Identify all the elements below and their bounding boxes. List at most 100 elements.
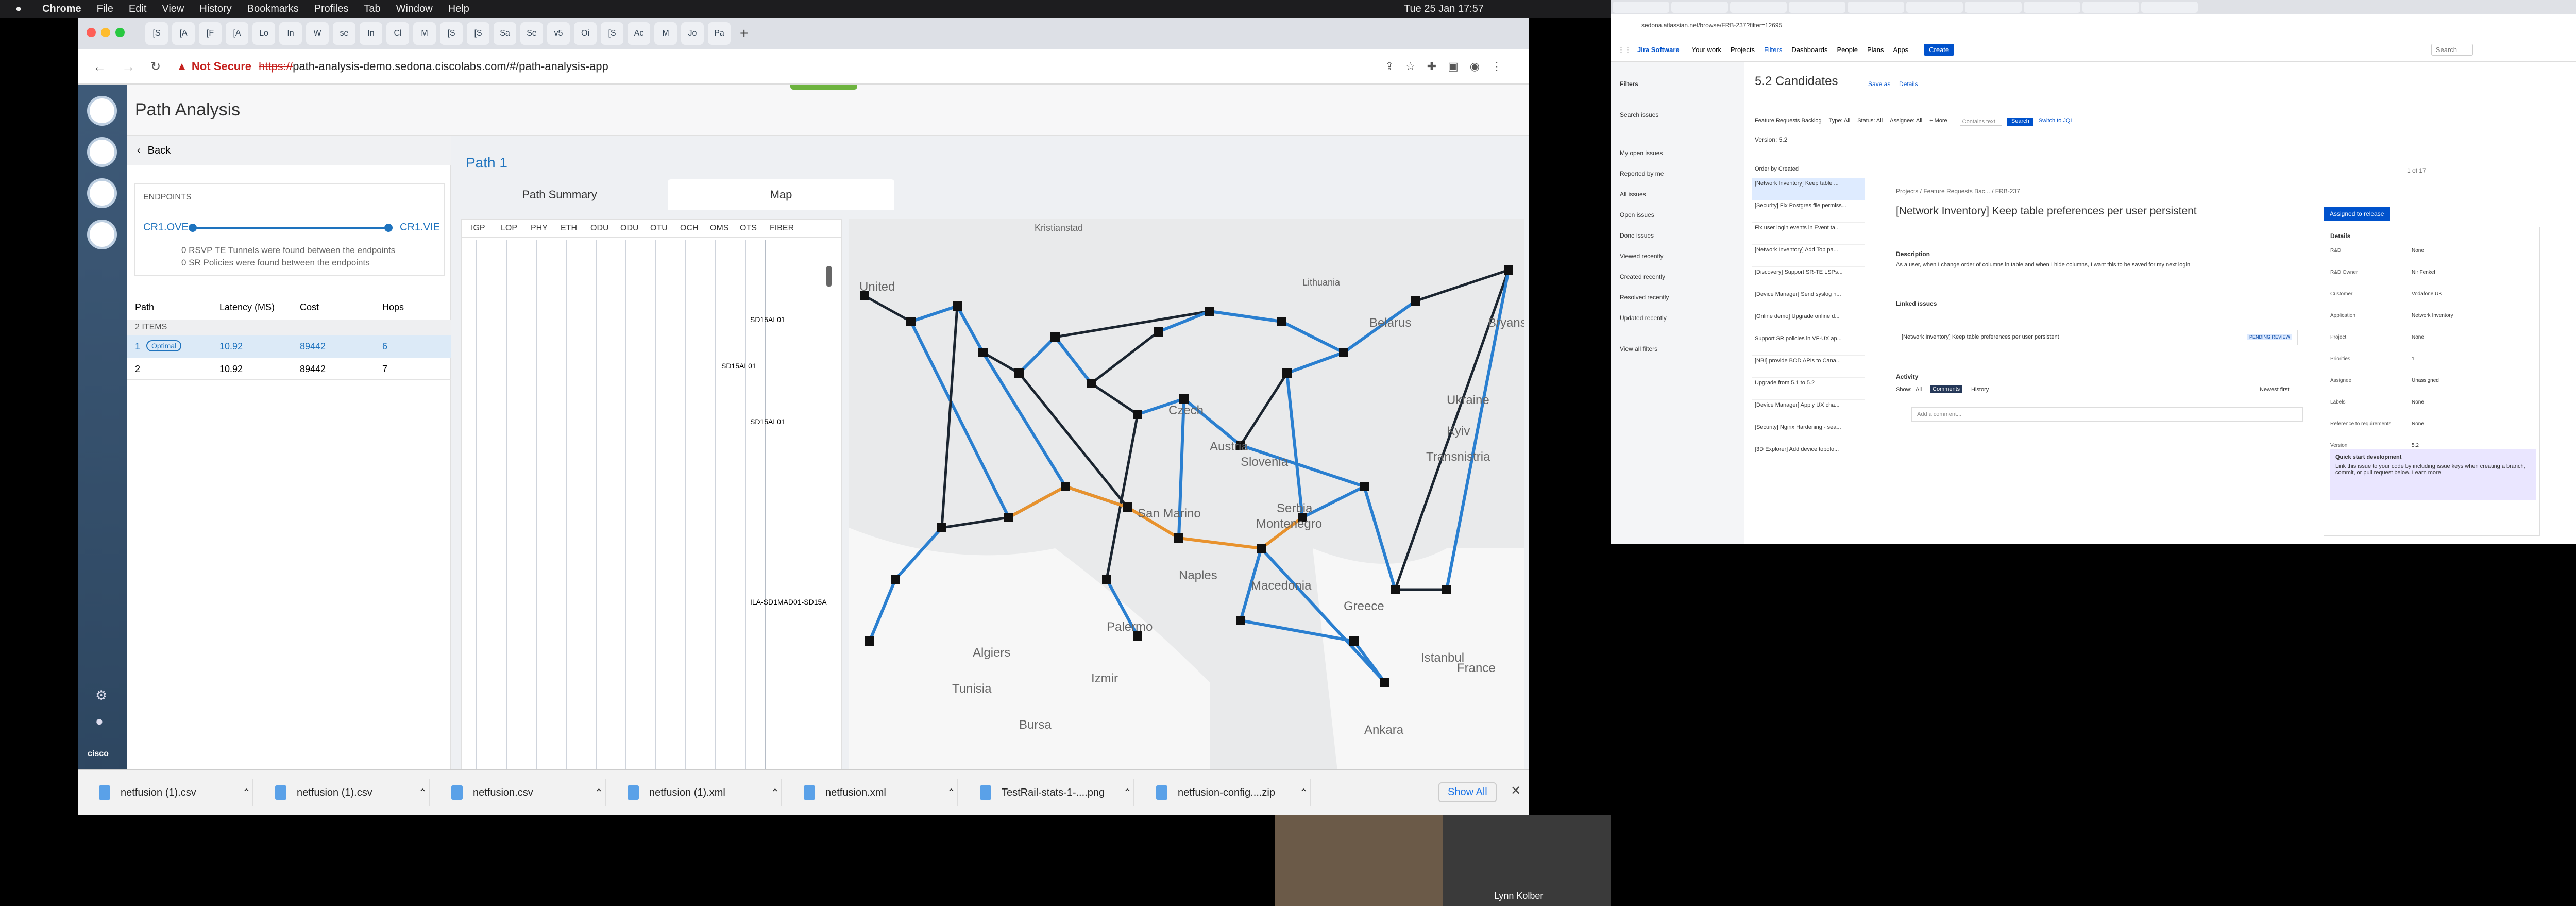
filter-chip[interactable]: Status: All: [1857, 118, 1883, 126]
extensions-icons[interactable]: ⇪☆✚▣◉⋮: [1384, 60, 1514, 73]
field-value[interactable]: 5.2: [2412, 443, 2419, 448]
browser-tab[interactable]: Oi: [574, 22, 597, 45]
browser-tab[interactable]: Cl: [386, 22, 409, 45]
browser-tab[interactable]: M: [413, 22, 436, 45]
col-path[interactable]: Path: [135, 302, 154, 313]
browser-tab[interactable]: [A: [172, 22, 195, 45]
browser-tab[interactable]: Ac: [628, 22, 650, 45]
map-node[interactable]: [1102, 575, 1111, 584]
map-node[interactable]: [865, 636, 874, 646]
browser-tab[interactable]: W: [306, 22, 329, 45]
search-issues-link[interactable]: Search issues: [1620, 111, 1658, 119]
browser-tab[interactable]: Lo: [252, 22, 275, 45]
map-node[interactable]: [1360, 482, 1369, 491]
download-item[interactable]: TestRail-stats-1-....png ⌃: [970, 779, 1134, 806]
map-node[interactable]: [1050, 332, 1060, 342]
back-button[interactable]: ‹ Back: [127, 136, 451, 165]
node-label[interactable]: SD15AL01: [750, 315, 785, 324]
jira-sidebar-item[interactable]: Reported by me: [1620, 170, 1664, 177]
video-tile-participant[interactable]: Lynn Kolber: [1443, 815, 1611, 906]
apple-icon[interactable]: ●: [15, 3, 22, 15]
jira-sidebar-item[interactable]: My open issues: [1620, 149, 1663, 157]
jira-nav-item[interactable]: People: [1837, 46, 1857, 54]
menu-bookmarks[interactable]: Bookmarks: [247, 3, 299, 15]
layer-col-phy[interactable]: PHY: [531, 224, 548, 233]
field-value[interactable]: None: [2412, 334, 2424, 340]
layer-col-otu[interactable]: OTU: [650, 224, 668, 233]
jira-browser-tab[interactable]: [1848, 2, 1904, 13]
issue-list-item[interactable]: Fix user login events in Event ta...: [1752, 223, 1865, 245]
order-by[interactable]: Order by Created: [1755, 166, 1799, 172]
download-item[interactable]: netfusion-config....zip ⌃: [1146, 779, 1311, 806]
browser-tab[interactable]: M: [654, 22, 677, 45]
field-value[interactable]: None: [2412, 421, 2424, 427]
issue-list-item[interactable]: [Device Manager] Send syslog h...: [1752, 289, 1865, 311]
menu-history[interactable]: History: [199, 3, 231, 15]
map-node[interactable]: [1014, 368, 1024, 378]
jira-sidebar-item[interactable]: Updated recently: [1620, 314, 1667, 322]
issue-list-item[interactable]: [Online demo] Upgrade online d...: [1752, 311, 1865, 333]
issue-title[interactable]: [Network Inventory] Keep table preferenc…: [1896, 205, 2197, 217]
save-as-link[interactable]: Save as: [1868, 80, 1890, 88]
jira-sidebar-item[interactable]: Done issues: [1620, 232, 1654, 239]
issue-list-item[interactable]: [Security] Nginx Hardening - sea...: [1752, 422, 1865, 444]
chevron-up-icon[interactable]: ⌃: [771, 786, 779, 799]
create-button[interactable]: Create: [1924, 44, 1955, 56]
issue-list-item[interactable]: [Discovery] Support SR-TE LSPs...: [1752, 267, 1865, 289]
jira-sidebar-item[interactable]: Created recently: [1620, 273, 1665, 280]
jira-url[interactable]: sedona.atlassian.net/browse/FRB-237?filt…: [1641, 22, 1782, 29]
jira-browser-tab[interactable]: [1730, 2, 1787, 13]
filter-chip[interactable]: Type: All: [1829, 118, 1851, 126]
table-row[interactable]: 2 10.92 89442 7: [127, 358, 451, 380]
map-node[interactable]: [891, 575, 900, 584]
settings-icon[interactable]: ⚙: [95, 687, 107, 703]
map-node[interactable]: [1236, 616, 1245, 625]
browser-tab[interactable]: [S: [601, 22, 623, 45]
map-node[interactable]: [1179, 394, 1189, 404]
jira-sidebar-item[interactable]: Open issues: [1620, 211, 1654, 219]
field-value[interactable]: Network Inventory: [2412, 313, 2453, 318]
map-canvas[interactable]: Kristianstad Lithuania Belarus Bryansk Ukrai…: [849, 219, 1524, 780]
jira-nav-item[interactable]: Apps: [1893, 46, 1908, 54]
new-tab-button[interactable]: +: [740, 25, 748, 42]
browser-tab[interactable]: Pa: [708, 22, 731, 45]
map-node[interactable]: [1504, 265, 1513, 275]
browser-tab[interactable]: [S: [145, 22, 168, 45]
col-hops[interactable]: Hops: [382, 302, 404, 313]
sedona-icon[interactable]: [87, 178, 117, 208]
map-node[interactable]: [1349, 636, 1359, 646]
menu-file[interactable]: File: [97, 3, 113, 15]
map-node[interactable]: [1061, 482, 1070, 491]
issue-description[interactable]: As a user, when I change order of column…: [1896, 262, 2308, 268]
tab-path-summary[interactable]: Path Summary: [451, 179, 668, 210]
user-icon[interactable]: ●: [95, 713, 104, 729]
chevron-up-icon[interactable]: ⌃: [418, 786, 427, 799]
map-node[interactable]: [953, 301, 962, 311]
map-node[interactable]: [1277, 317, 1286, 326]
issue-list-item[interactable]: [3D Explorer] Add device topolo...: [1752, 444, 1865, 466]
browser-tab[interactable]: [F: [199, 22, 222, 45]
issue-list-item[interactable]: [Security] Fix Postgres file permiss...: [1752, 200, 1865, 223]
jira-search-button[interactable]: Search: [2007, 118, 2033, 126]
map-node[interactable]: [1257, 544, 1266, 553]
browser-tab[interactable]: [S: [440, 22, 463, 45]
layer-col-oms[interactable]: OMS: [710, 224, 728, 233]
window-controls[interactable]: [87, 28, 133, 38]
filter-chip[interactable]: + More: [1929, 118, 1947, 126]
browser-tab[interactable]: Se: [520, 22, 543, 45]
field-value[interactable]: None: [2412, 248, 2424, 254]
filter-chip[interactable]: Assignee: All: [1890, 118, 1922, 126]
jira-nav-item[interactable]: Dashboards: [1791, 46, 1827, 54]
download-item[interactable]: netfusion.csv ⌃: [441, 779, 606, 806]
browser-tab[interactable]: se: [333, 22, 355, 45]
field-value[interactable]: 1: [2412, 356, 2415, 362]
layer-col-ots[interactable]: OTS: [740, 224, 757, 233]
jira-search-input[interactable]: Search: [2431, 44, 2473, 56]
menu-edit[interactable]: Edit: [129, 3, 146, 15]
field-value[interactable]: Unassigned: [2412, 378, 2439, 383]
show-all-button[interactable]: Show All: [1438, 782, 1497, 802]
menu-view[interactable]: View: [162, 3, 184, 15]
assign-button[interactable]: Assigned to release: [2324, 207, 2391, 221]
quick-start-box[interactable]: Quick start development Link this issue …: [2330, 449, 2536, 500]
layer-col-och[interactable]: OCH: [680, 224, 699, 233]
